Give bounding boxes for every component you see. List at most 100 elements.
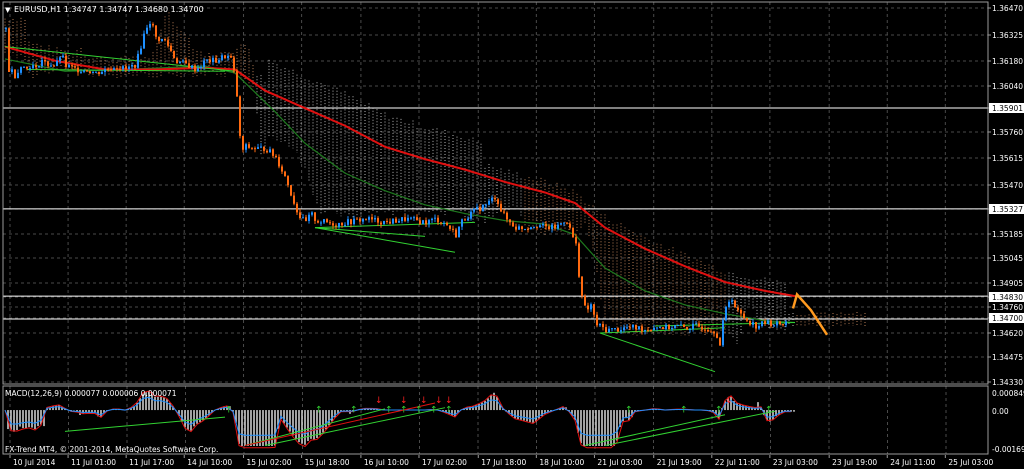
candle-body (368, 217, 370, 220)
candle-body (266, 150, 268, 153)
candle-body (386, 221, 388, 223)
candle-body (194, 65, 196, 72)
candle-body (446, 222, 448, 226)
time-label: 17 Jul 18:00 (481, 458, 526, 467)
candle-body (221, 55, 223, 61)
price-label: 1.36470 (992, 4, 1023, 13)
candle-body (65, 55, 67, 67)
candle-body (440, 222, 442, 224)
candle-body (224, 55, 226, 59)
chart-title: EURUSD,H1 1.34747 1.34747 1.34680 1.3470… (14, 5, 204, 14)
time-axis[interactable]: 10 Jul 2014 11 Jul 01:00 11 Jul 17:00 14 Ju… (9, 455, 994, 467)
candle-body (284, 171, 286, 177)
candle-body (362, 218, 364, 222)
candle-body (584, 296, 586, 306)
macd-main-line (4, 396, 791, 436)
candle-body (617, 328, 619, 332)
candle-body (206, 59, 208, 61)
candle-body (293, 195, 295, 204)
candle-body (227, 55, 229, 59)
candle-body (101, 71, 103, 75)
chart-window[interactable]: ▼ EURUSD,H1 1.34747 1.34747 1.34680 1.34… (0, 0, 1024, 469)
candle-body (383, 221, 385, 225)
candle-body (389, 221, 391, 224)
candle-body (62, 55, 64, 58)
candle-body (629, 327, 631, 329)
macd-trend-line (64, 416, 226, 432)
time-label: 24 Jul 11:00 (890, 458, 935, 467)
main-chart-frame (2, 1, 989, 385)
candle-body (371, 217, 373, 220)
sell-arrow-icon: ↓ (375, 396, 383, 406)
candle-body (785, 321, 787, 325)
candle-body (587, 305, 589, 310)
candle-body (767, 320, 769, 325)
candle-body (104, 69, 106, 72)
candle-body (119, 68, 121, 70)
candle-body (704, 329, 706, 331)
chart-menu-arrow-icon[interactable]: ▼ (5, 6, 11, 14)
candle-body (614, 328, 616, 330)
candle-body (644, 329, 646, 332)
candle-body (530, 227, 532, 230)
candle-body (689, 328, 691, 330)
candle-body (713, 331, 715, 334)
price-label: 1.34905 (992, 279, 1023, 288)
buy-arrow-icon: ↑ (225, 405, 233, 415)
candle-body (179, 61, 181, 64)
candle-body (191, 65, 193, 68)
candle-body (329, 222, 331, 224)
candle-body (512, 222, 514, 227)
candle-body (5, 28, 7, 30)
candle-body (464, 219, 466, 221)
candle-body (122, 66, 124, 70)
candle-body (152, 24, 154, 26)
horizontal-levels[interactable] (3, 107, 988, 320)
price-label: 1.35470 (992, 181, 1023, 190)
candle-body (335, 225, 337, 227)
candle-body (557, 224, 559, 229)
candle-body (413, 217, 415, 219)
sell-arrow-icon: ↓ (725, 396, 733, 406)
trend-line[interactable] (314, 227, 426, 237)
candle-body (8, 28, 10, 72)
trend-line[interactable] (314, 227, 456, 253)
candle-body (188, 63, 190, 68)
price-label: 1.36040 (992, 82, 1023, 91)
candle-body (476, 207, 478, 209)
time-label: 23 Jul 03:00 (773, 458, 818, 467)
candle-body (647, 329, 649, 331)
candle-body (143, 33, 145, 49)
price-label: 1.34760 (992, 303, 1023, 312)
candle-body (164, 38, 166, 41)
candle-body (458, 226, 460, 238)
trend-line[interactable] (599, 332, 716, 373)
candle-body (287, 176, 289, 186)
candle-body (521, 226, 523, 230)
macd-label-bottom: -0.001691 (992, 445, 1024, 454)
time-label: 25 Jul 03:00 (948, 458, 993, 467)
price-label: 1.36325 (992, 31, 1023, 40)
candle-body (653, 327, 655, 331)
candle-body (641, 326, 643, 332)
candle-body (401, 217, 403, 222)
candle-body (509, 219, 511, 223)
candle-body (269, 149, 271, 153)
price-label: 1.35901 (992, 104, 1023, 113)
candle-body (500, 203, 502, 212)
price-axis[interactable]: 1.36470 1.36325 1.36180 1.36040 1.35901 1.357… (988, 4, 1024, 387)
time-label: 10 Jul 2014 (13, 458, 56, 467)
candle-body (626, 327, 628, 329)
candle-body (80, 71, 82, 73)
price-label: 1.35185 (992, 230, 1023, 239)
candle-body (26, 66, 28, 69)
candle-body (149, 24, 151, 28)
candle-body (95, 71, 97, 73)
candle-body (743, 313, 745, 319)
candle-body (41, 59, 43, 67)
candle-body (89, 71, 91, 74)
candle-body (548, 226, 550, 230)
copyright-text: FX-Trend MT4, © 2001-2014, MetaQuotes So… (5, 445, 218, 454)
buy-arrow-icon: ↑ (400, 405, 408, 415)
candle-body (392, 218, 394, 224)
